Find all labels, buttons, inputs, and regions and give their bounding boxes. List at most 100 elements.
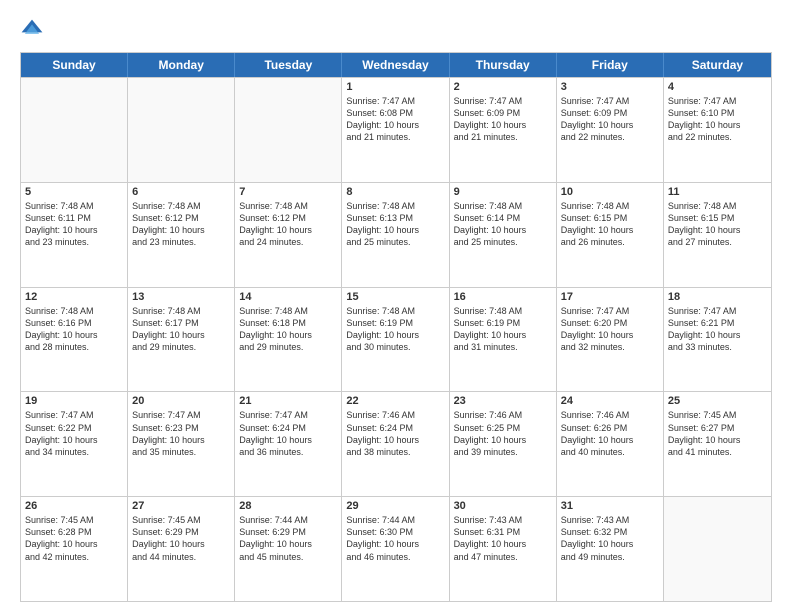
day-info: Sunrise: 7:48 AMSunset: 6:15 PMDaylight:… [668, 200, 767, 249]
day-info: Sunrise: 7:48 AMSunset: 6:12 PMDaylight:… [239, 200, 337, 249]
calendar-day-27: 27Sunrise: 7:45 AMSunset: 6:29 PMDayligh… [128, 497, 235, 601]
day-info: Sunrise: 7:48 AMSunset: 6:17 PMDaylight:… [132, 305, 230, 354]
day-number: 12 [25, 291, 123, 303]
calendar-day-26: 26 Sunrise: 7:45 AMSunset: 6:28 PMDayligh… [21, 497, 128, 601]
calendar-day-28: 28 Sunrise: 7:44 AMSunset: 6:29 PMDayligh… [235, 497, 342, 601]
day-number: 18 [668, 291, 767, 303]
day-number: 29 [346, 500, 444, 512]
calendar-day-3: 3Sunrise: 7:47 AMSunset: 6:09 PMDaylight… [557, 78, 664, 182]
calendar-empty-cell [664, 497, 771, 601]
day-info: Sunrise: 7:48 AMSunset: 6:16 PMDaylight:… [25, 305, 123, 354]
day-number: 28 [239, 500, 337, 512]
day-number: 23 [454, 395, 552, 407]
calendar-day-7: 7 Sunrise: 7:48 AMSunset: 6:12 PMDaylight… [235, 183, 342, 287]
day-info: Sunrise: 7:48 AMSunset: 6:12 PMDaylight:… [132, 200, 230, 249]
calendar-day-19: 19 Sunrise: 7:47 AMSunset: 6:22 PMDayligh… [21, 392, 128, 496]
calendar-day-21: 21 Sunrise: 7:47 AMSunset: 6:24 PMDayligh… [235, 392, 342, 496]
calendar-header: SundayMondayTuesdayWednesdayThursdayFrid… [21, 53, 771, 77]
day-header-tuesday: Tuesday [235, 53, 342, 77]
calendar-row-5: 26 Sunrise: 7:45 AMSunset: 6:28 PMDayligh… [21, 496, 771, 601]
header [20, 18, 772, 42]
logo [20, 18, 48, 42]
day-info: Sunrise: 7:45 AMSunset: 6:28 PMDaylight:… [25, 514, 123, 563]
day-header-wednesday: Wednesday [342, 53, 449, 77]
day-number: 22 [346, 395, 444, 407]
day-info: Sunrise: 7:48 AMSunset: 6:19 PMDaylight:… [346, 305, 444, 354]
calendar-day-12: 12 Sunrise: 7:48 AMSunset: 6:16 PMDayligh… [21, 288, 128, 392]
logo-icon [20, 18, 44, 42]
day-info: Sunrise: 7:46 AMSunset: 6:25 PMDaylight:… [454, 409, 552, 458]
calendar-day-18: 18 Sunrise: 7:47 AMSunset: 6:21 PMDayligh… [664, 288, 771, 392]
day-info: Sunrise: 7:47 AMSunset: 6:22 PMDaylight:… [25, 409, 123, 458]
day-number: 17 [561, 291, 659, 303]
day-number: 20 [132, 395, 230, 407]
calendar-day-5: 5 Sunrise: 7:48 AMSunset: 6:11 PMDaylight… [21, 183, 128, 287]
calendar-day-23: 23 Sunrise: 7:46 AMSunset: 6:25 PMDayligh… [450, 392, 557, 496]
day-info: Sunrise: 7:48 AMSunset: 6:15 PMDaylight:… [561, 200, 659, 249]
day-info: Sunrise: 7:48 AMSunset: 6:14 PMDaylight:… [454, 200, 552, 249]
calendar-day-17: 17 Sunrise: 7:47 AMSunset: 6:20 PMDayligh… [557, 288, 664, 392]
calendar-day-20: 20 Sunrise: 7:47 AMSunset: 6:23 PMDayligh… [128, 392, 235, 496]
day-number: 10 [561, 186, 659, 198]
day-info: Sunrise: 7:47 AMSunset: 6:20 PMDaylight:… [561, 305, 659, 354]
day-number: 4 [668, 81, 767, 93]
calendar-row-4: 19 Sunrise: 7:47 AMSunset: 6:22 PMDayligh… [21, 391, 771, 496]
day-number: 1 [346, 81, 444, 93]
calendar-day-22: 22 Sunrise: 7:46 AMSunset: 6:24 PMDayligh… [342, 392, 449, 496]
day-header-friday: Friday [557, 53, 664, 77]
day-number: 25 [668, 395, 767, 407]
day-info: Sunrise: 7:48 AMSunset: 6:18 PMDaylight:… [239, 305, 337, 354]
day-number: 7 [239, 186, 337, 198]
day-info: Sunrise: 7:47 AMSunset: 6:23 PMDaylight:… [132, 409, 230, 458]
day-header-monday: Monday [128, 53, 235, 77]
day-info: Sunrise: 7:43 AMSunset: 6:32 PMDaylight:… [561, 514, 659, 563]
calendar-row-2: 5 Sunrise: 7:48 AMSunset: 6:11 PMDaylight… [21, 182, 771, 287]
day-info: Sunrise: 7:47 AMSunset: 6:09 PMDaylight:… [454, 95, 552, 144]
calendar-day-31: 31 Sunrise: 7:43 AMSunset: 6:32 PMDayligh… [557, 497, 664, 601]
calendar-empty-cell [235, 78, 342, 182]
calendar-day-25: 25 Sunrise: 7:45 AMSunset: 6:27 PMDayligh… [664, 392, 771, 496]
day-info: Sunrise: 7:44 AMSunset: 6:30 PMDaylight:… [346, 514, 444, 563]
day-number: 21 [239, 395, 337, 407]
calendar-day-16: 16 Sunrise: 7:48 AMSunset: 6:19 PMDayligh… [450, 288, 557, 392]
day-number: 8 [346, 186, 444, 198]
day-number: 6 [132, 186, 230, 198]
day-info: Sunrise: 7:45 AMSunset: 6:27 PMDaylight:… [668, 409, 767, 458]
calendar-empty-cell [128, 78, 235, 182]
calendar-day-24: 24Sunrise: 7:46 AMSunset: 6:26 PMDayligh… [557, 392, 664, 496]
day-number: 5 [25, 186, 123, 198]
day-number: 14 [239, 291, 337, 303]
day-info: Sunrise: 7:46 AMSunset: 6:24 PMDaylight:… [346, 409, 444, 458]
calendar-day-10: 10 Sunrise: 7:48 AMSunset: 6:15 PMDayligh… [557, 183, 664, 287]
day-number: 30 [454, 500, 552, 512]
calendar-row-1: 1 Sunrise: 7:47 AMSunset: 6:08 PMDaylight… [21, 77, 771, 182]
calendar-day-15: 15 Sunrise: 7:48 AMSunset: 6:19 PMDayligh… [342, 288, 449, 392]
page: SundayMondayTuesdayWednesdayThursdayFrid… [0, 0, 792, 612]
calendar-day-9: 9 Sunrise: 7:48 AMSunset: 6:14 PMDaylight… [450, 183, 557, 287]
day-number: 15 [346, 291, 444, 303]
calendar-empty-cell [21, 78, 128, 182]
calendar-day-6: 6 Sunrise: 7:48 AMSunset: 6:12 PMDaylight… [128, 183, 235, 287]
day-info: Sunrise: 7:44 AMSunset: 6:29 PMDaylight:… [239, 514, 337, 563]
day-info: Sunrise: 7:48 AMSunset: 6:19 PMDaylight:… [454, 305, 552, 354]
calendar-day-1: 1 Sunrise: 7:47 AMSunset: 6:08 PMDaylight… [342, 78, 449, 182]
day-number: 9 [454, 186, 552, 198]
calendar-body: 1 Sunrise: 7:47 AMSunset: 6:08 PMDaylight… [21, 77, 771, 601]
day-header-thursday: Thursday [450, 53, 557, 77]
calendar-day-14: 14 Sunrise: 7:48 AMSunset: 6:18 PMDayligh… [235, 288, 342, 392]
day-number: 11 [668, 186, 767, 198]
day-number: 16 [454, 291, 552, 303]
day-info: Sunrise: 7:48 AMSunset: 6:11 PMDaylight:… [25, 200, 123, 249]
day-info: Sunrise: 7:47 AMSunset: 6:21 PMDaylight:… [668, 305, 767, 354]
day-info: Sunrise: 7:47 AMSunset: 6:08 PMDaylight:… [346, 95, 444, 144]
day-number: 19 [25, 395, 123, 407]
day-number: 31 [561, 500, 659, 512]
calendar-day-29: 29 Sunrise: 7:44 AMSunset: 6:30 PMDayligh… [342, 497, 449, 601]
day-info: Sunrise: 7:47 AMSunset: 6:24 PMDaylight:… [239, 409, 337, 458]
calendar-day-13: 13 Sunrise: 7:48 AMSunset: 6:17 PMDayligh… [128, 288, 235, 392]
day-number: 26 [25, 500, 123, 512]
day-number: 3 [561, 81, 659, 93]
day-header-sunday: Sunday [21, 53, 128, 77]
day-number: 13 [132, 291, 230, 303]
day-info: Sunrise: 7:43 AMSunset: 6:31 PMDaylight:… [454, 514, 552, 563]
